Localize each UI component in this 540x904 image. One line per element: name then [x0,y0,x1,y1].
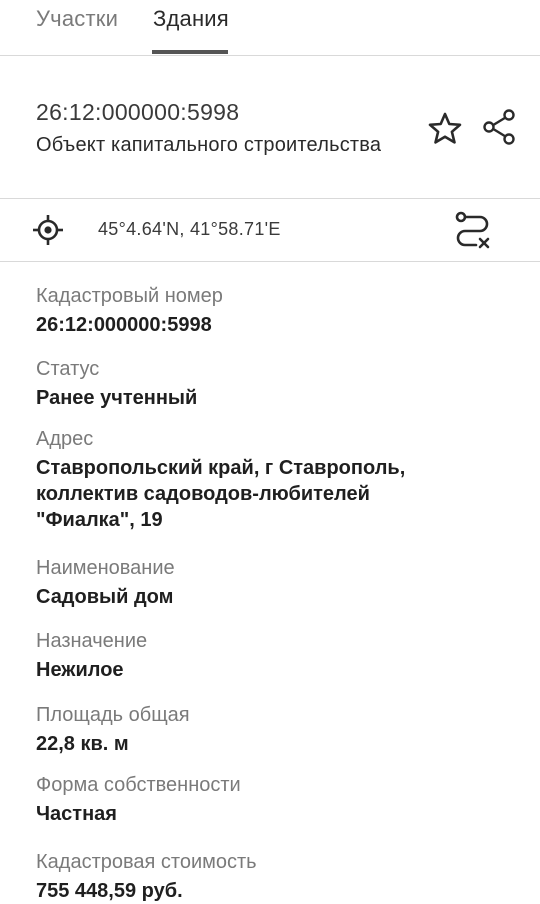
route-off-icon[interactable] [454,210,492,250]
field-value-line: "Фиалка", 19 [36,509,163,531]
field-label: Кадастровый номер [36,285,223,307]
field-label: Статус [36,358,100,380]
tab-plots[interactable]: Участки [36,6,118,32]
field-value: 26:12:000000:5998 [36,314,212,336]
share-icon[interactable] [478,106,520,148]
field-label: Назначение [36,630,148,652]
field-value: Ранее учтенный [36,387,198,409]
object-cadastral-number: 26:12:000000:5998 [36,99,240,125]
field-label: Наименование [36,557,175,579]
tab-buildings[interactable]: Здания [153,6,229,32]
star-icon[interactable] [426,110,464,148]
object-type: Объект капитального строительства [36,134,382,156]
field-name: Наименование Садовый дом [36,554,516,610]
field-area: Площадь общая 22,8 кв. м [36,701,516,757]
field-address: Адрес Ставропольский край, г Ставрополь,… [36,425,516,533]
field-label: Форма собственности [36,774,241,796]
field-status: Статус Ранее учтенный [36,355,516,411]
field-value: 755 448,59 руб. [36,880,183,902]
field-value-line: Ставропольский край, г Ставрополь, [36,457,406,479]
field-cadastral-number: Кадастровый номер 26:12:000000:5998 [36,282,516,338]
field-value: 22,8 кв. м [36,733,129,755]
field-label: Кадастровая стоимость [36,851,257,873]
active-tab-indicator [152,50,228,54]
field-value: Частная [36,803,117,825]
object-header: 26:12:000000:5998 Объект капитального ст… [0,56,540,199]
field-ownership: Форма собственности Частная [36,771,516,827]
field-value: Нежилое [36,659,124,681]
coordinates-bar: 45°4.64'N, 41°58.71'E [0,199,540,262]
field-label: Площадь общая [36,704,190,726]
field-purpose: Назначение Нежилое [36,627,516,683]
field-cadastral-cost: Кадастровая стоимость 755 448,59 руб. [36,848,516,904]
coordinates-text: 45°4.64'N, 41°58.71'E [98,219,281,239]
field-value-line: коллектив садоводов-любителей [36,483,370,505]
tab-bar: Участки Здания [0,0,540,56]
field-value: Садовый дом [36,586,174,608]
field-label: Адрес [36,428,94,450]
target-icon[interactable] [32,214,64,246]
